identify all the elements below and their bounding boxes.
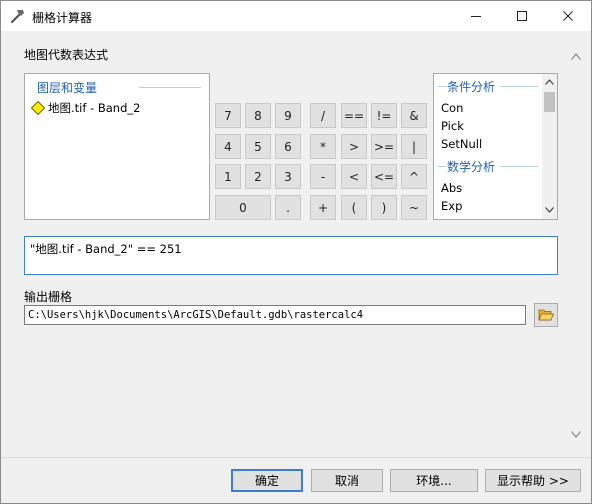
raster-diamond-icon xyxy=(31,101,45,115)
calc-button-greater-equal[interactable]: >= xyxy=(371,134,397,159)
output-raster-input[interactable]: C:\Users\hjk\Documents\ArcGIS\Default.gd… xyxy=(24,305,526,325)
calc-button-close-paren[interactable]: ) xyxy=(371,195,397,220)
tool-item-exp[interactable]: Exp xyxy=(441,199,462,213)
maximize-button[interactable] xyxy=(499,1,545,31)
expression-textbox[interactable]: "地图.tif - Band_2" == 251 xyxy=(24,236,558,275)
tools-group1-divider-right xyxy=(500,86,538,87)
tool-item-setnull[interactable]: SetNull xyxy=(441,137,482,151)
calc-button-3[interactable]: 3 xyxy=(275,164,301,189)
calc-button-5[interactable]: 5 xyxy=(245,134,271,159)
maximize-icon xyxy=(517,11,527,21)
tool-item-abs[interactable]: Abs xyxy=(441,181,462,195)
calc-button-open-paren[interactable]: ( xyxy=(341,195,367,220)
footer-divider xyxy=(1,457,591,458)
layers-variables-panel: 图层和变量 地图.tif - Band_2 xyxy=(24,73,210,220)
calc-button-6[interactable]: 6 xyxy=(275,134,301,159)
close-button[interactable] xyxy=(545,1,591,31)
window-title: 栅格计算器 xyxy=(32,11,93,25)
map-algebra-label: 地图代数表达式 xyxy=(24,48,109,62)
tools-group2-divider-right xyxy=(500,166,538,167)
folder-open-icon xyxy=(538,309,554,321)
layer-item-label: 地图.tif - Band_2 xyxy=(48,101,141,115)
calc-button-4[interactable]: 4 xyxy=(215,134,241,159)
close-icon xyxy=(563,11,573,21)
calc-button-divide[interactable]: / xyxy=(310,103,336,128)
minimize-icon xyxy=(471,16,481,17)
layer-item[interactable]: 地图.tif - Band_2 xyxy=(31,100,201,116)
tools-group1-title: 条件分析 xyxy=(447,80,496,94)
minimize-button[interactable] xyxy=(453,1,499,31)
tools-panel: 条件分析 Con Pick SetNull 数学分析 Abs Exp xyxy=(433,73,558,220)
calc-button-7[interactable]: 7 xyxy=(215,103,241,128)
dialog-scroll-up-icon[interactable] xyxy=(571,53,581,60)
ok-button[interactable]: 确定 xyxy=(231,469,303,492)
calc-button-2[interactable]: 2 xyxy=(245,164,271,189)
tool-item-pick[interactable]: Pick xyxy=(441,119,464,133)
dialog-scroll-down-icon[interactable] xyxy=(571,431,581,438)
calc-button-not[interactable]: ~ xyxy=(401,195,427,220)
calc-button-multiply[interactable]: * xyxy=(310,134,336,159)
calc-button-less[interactable]: < xyxy=(341,164,367,189)
calc-button-greater[interactable]: > xyxy=(341,134,367,159)
tools-group1-divider-left xyxy=(438,86,446,87)
output-raster-label: 输出栅格 xyxy=(24,290,73,304)
scroll-down-icon[interactable] xyxy=(545,207,554,213)
calc-button-1[interactable]: 1 xyxy=(215,164,241,189)
browse-button[interactable] xyxy=(534,303,558,327)
output-raster-path: C:\Users\hjk\Documents\ArcGIS\Default.gd… xyxy=(28,309,364,321)
calc-button-0[interactable]: 0 xyxy=(215,195,271,220)
tools-group2-divider-left xyxy=(438,166,446,167)
scroll-up-icon[interactable] xyxy=(545,79,554,85)
expression-text: "地图.tif - Band_2" == 251 xyxy=(30,242,182,256)
calc-button-minus[interactable]: - xyxy=(310,164,336,189)
dialog-scrollbar[interactable] xyxy=(568,41,583,446)
show-help-button[interactable]: 显示帮助 >> xyxy=(485,469,581,492)
tools-scroll-thumb[interactable] xyxy=(544,92,555,112)
layers-group-title: 图层和变量 xyxy=(37,81,98,95)
cancel-button[interactable]: 取消 xyxy=(311,469,383,492)
hammer-icon xyxy=(10,10,24,24)
calc-button-not-equal[interactable]: != xyxy=(371,103,397,128)
calc-button-less-equal[interactable]: <= xyxy=(371,164,397,189)
title-bar[interactable]: 栅格计算器 xyxy=(1,1,591,31)
tools-group2-title: 数学分析 xyxy=(447,160,496,174)
raster-calculator-window: 栅格计算器 地图代数表达式 图层和变量 地图.tif - Band_2 7 8 … xyxy=(0,0,592,504)
layers-group-divider xyxy=(139,87,201,88)
calc-button-xor[interactable]: ^ xyxy=(401,164,427,189)
tools-scrollbar[interactable] xyxy=(542,74,557,219)
calc-button-or[interactable]: | xyxy=(401,134,427,159)
calc-button-9[interactable]: 9 xyxy=(275,103,301,128)
environments-button[interactable]: 环境... xyxy=(390,469,478,492)
calc-button-decimal[interactable]: . xyxy=(275,195,301,220)
tool-item-con[interactable]: Con xyxy=(441,101,463,115)
calc-button-plus[interactable]: + xyxy=(310,195,336,220)
calc-button-equal[interactable]: == xyxy=(341,103,367,128)
calc-button-8[interactable]: 8 xyxy=(245,103,271,128)
calc-button-and[interactable]: & xyxy=(401,103,427,128)
